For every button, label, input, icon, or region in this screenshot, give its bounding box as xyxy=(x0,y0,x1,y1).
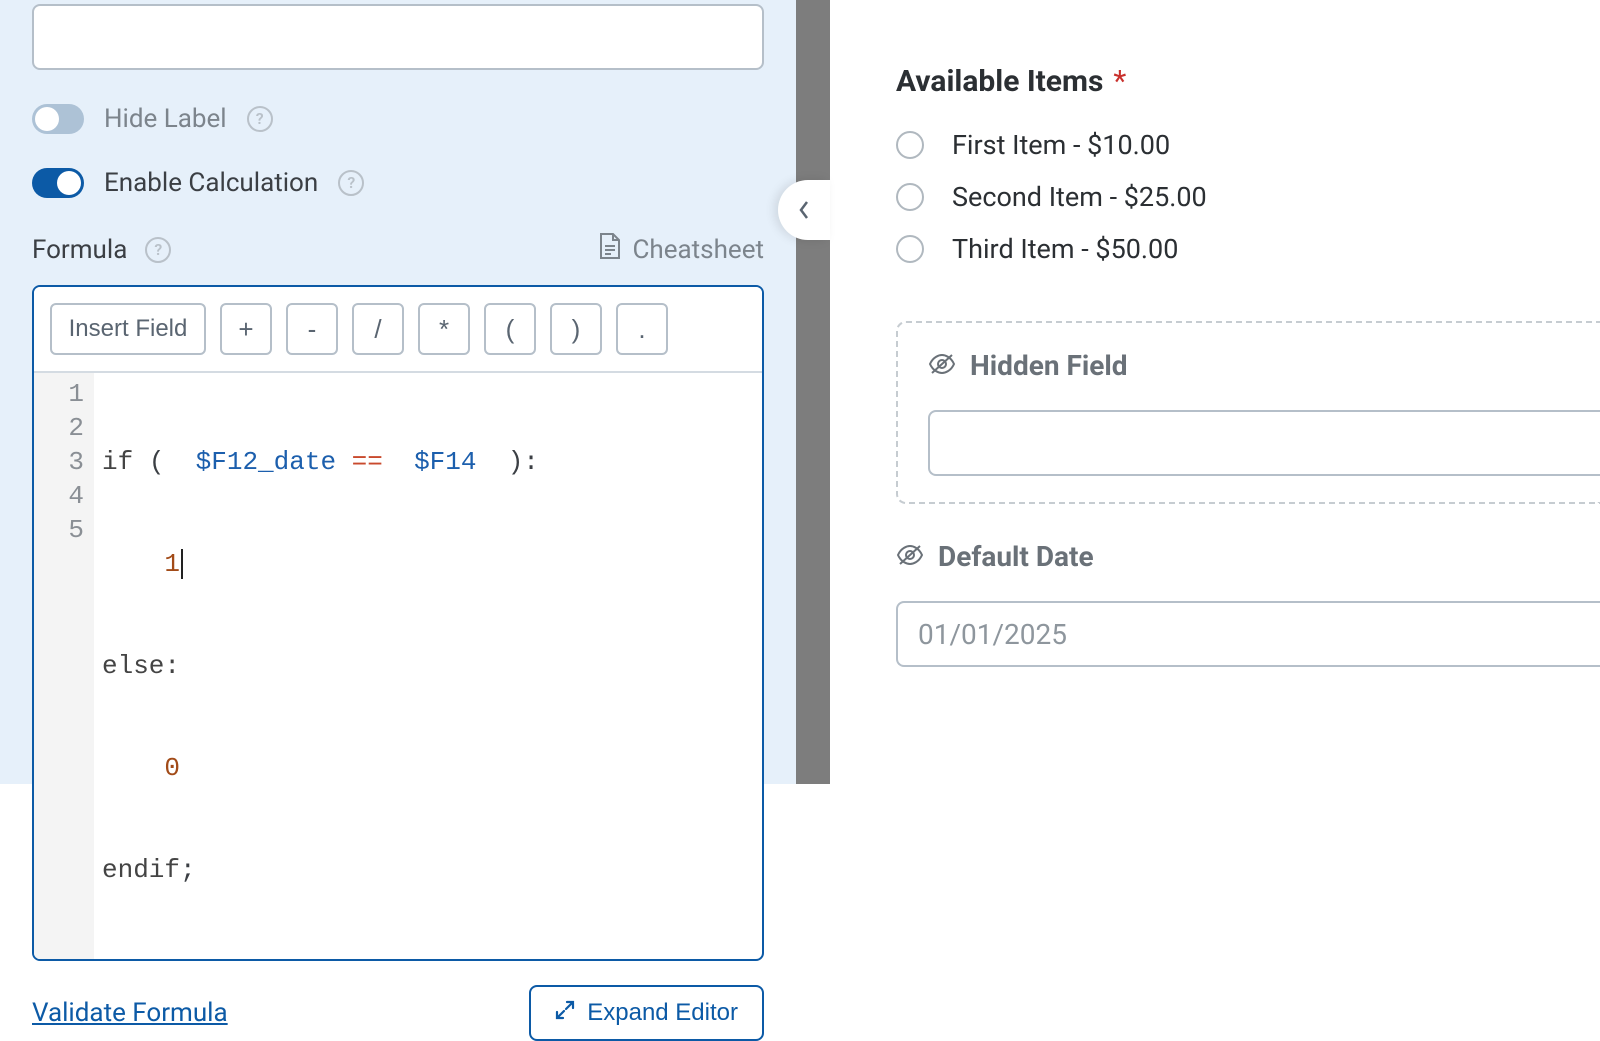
formula-label: Formula xyxy=(32,235,127,265)
line-number: 4 xyxy=(34,479,84,513)
available-items-label: Available Items * xyxy=(896,64,1600,99)
eye-slash-icon xyxy=(896,540,924,573)
toggle-knob xyxy=(35,107,59,131)
expand-editor-text: Expand Editor xyxy=(587,999,738,1027)
available-items-text: Available Items xyxy=(896,64,1103,99)
radio-indicator xyxy=(896,131,924,159)
eye-slash-icon xyxy=(928,349,956,382)
label-input[interactable] xyxy=(32,4,764,70)
hide-label-toggle[interactable] xyxy=(32,104,84,134)
op-multiply-button[interactable]: * xyxy=(418,303,470,355)
collapse-panel-button[interactable] xyxy=(778,180,830,240)
toggle-knob xyxy=(57,171,81,195)
cheatsheet-text: Cheatsheet xyxy=(633,235,765,265)
enable-calc-text: Enable Calculation xyxy=(104,168,318,198)
radio-option-first[interactable]: First Item - $10.00 xyxy=(896,129,1600,161)
code-area[interactable]: 1 2 3 4 5 if ( $F12_date == $F14 ): 1 el… xyxy=(34,373,762,959)
enable-calc-row: Enable Calculation ? xyxy=(32,168,764,198)
expand-icon xyxy=(555,999,575,1027)
cheatsheet-link[interactable]: Cheatsheet xyxy=(597,232,765,267)
line-number: 3 xyxy=(34,445,84,479)
form-preview-panel: Available Items * First Item - $10.00 Se… xyxy=(830,0,1600,784)
line-gutter: 1 2 3 4 5 xyxy=(34,373,94,959)
chevron-left-icon xyxy=(796,198,812,222)
op-plus-button[interactable]: + xyxy=(220,303,272,355)
line-number: 1 xyxy=(34,377,84,411)
formula-header: Formula ? Cheatsheet xyxy=(32,232,764,267)
line-number: 5 xyxy=(34,513,84,547)
default-date-value: 01/01/2025 xyxy=(918,618,1067,651)
available-items-options: First Item - $10.00 Second Item - $25.00… xyxy=(896,129,1600,265)
op-minus-button[interactable]: - xyxy=(286,303,338,355)
default-date-label: Default Date xyxy=(938,540,1094,573)
file-icon xyxy=(597,232,621,267)
radio-option-third[interactable]: Third Item - $50.00 xyxy=(896,233,1600,265)
hidden-field-label: Hidden Field xyxy=(970,349,1128,382)
panel-divider xyxy=(796,0,830,784)
expand-editor-button[interactable]: Expand Editor xyxy=(529,985,764,1041)
hide-label-text: Hide Label xyxy=(104,104,227,134)
formula-editor: Insert Field + - / * ( ) . 1 2 3 4 5 if … xyxy=(32,285,764,961)
validate-formula-link[interactable]: Validate Formula xyxy=(32,998,228,1028)
radio-label: Second Item - $25.00 xyxy=(952,181,1207,213)
default-date-title: Default Date xyxy=(896,540,1600,573)
hidden-field-block: Hidden Field xyxy=(896,321,1600,504)
radio-option-second[interactable]: Second Item - $25.00 xyxy=(896,181,1600,213)
hide-label-row: Hide Label ? xyxy=(32,104,764,134)
required-mark: * xyxy=(1113,64,1126,99)
radio-indicator xyxy=(896,183,924,211)
op-dot-button[interactable]: . xyxy=(616,303,668,355)
editor-toolbar: Insert Field + - / * ( ) . xyxy=(34,287,762,373)
hide-label-help-icon[interactable]: ? xyxy=(247,106,273,132)
op-open-paren-button[interactable]: ( xyxy=(484,303,536,355)
formula-help-icon[interactable]: ? xyxy=(145,237,171,263)
text-caret xyxy=(181,549,183,579)
op-close-paren-button[interactable]: ) xyxy=(550,303,602,355)
op-divide-button[interactable]: / xyxy=(352,303,404,355)
insert-field-button[interactable]: Insert Field xyxy=(50,303,206,355)
enable-calc-help-icon[interactable]: ? xyxy=(338,170,364,196)
hidden-field-input[interactable] xyxy=(928,410,1600,476)
radio-label: First Item - $10.00 xyxy=(952,129,1170,161)
radio-indicator xyxy=(896,235,924,263)
enable-calc-toggle[interactable] xyxy=(32,168,84,198)
line-number: 2 xyxy=(34,411,84,445)
hidden-field-title: Hidden Field xyxy=(928,349,1600,382)
default-date-input[interactable]: 01/01/2025 xyxy=(896,601,1600,667)
code-lines[interactable]: if ( $F12_date == $F14 ): 1 else: 0 endi… xyxy=(94,373,762,959)
editor-footer: Validate Formula Expand Editor xyxy=(32,985,764,1041)
radio-label: Third Item - $50.00 xyxy=(952,233,1178,265)
field-settings-panel: Hide Label ? Enable Calculation ? Formul… xyxy=(0,0,796,784)
